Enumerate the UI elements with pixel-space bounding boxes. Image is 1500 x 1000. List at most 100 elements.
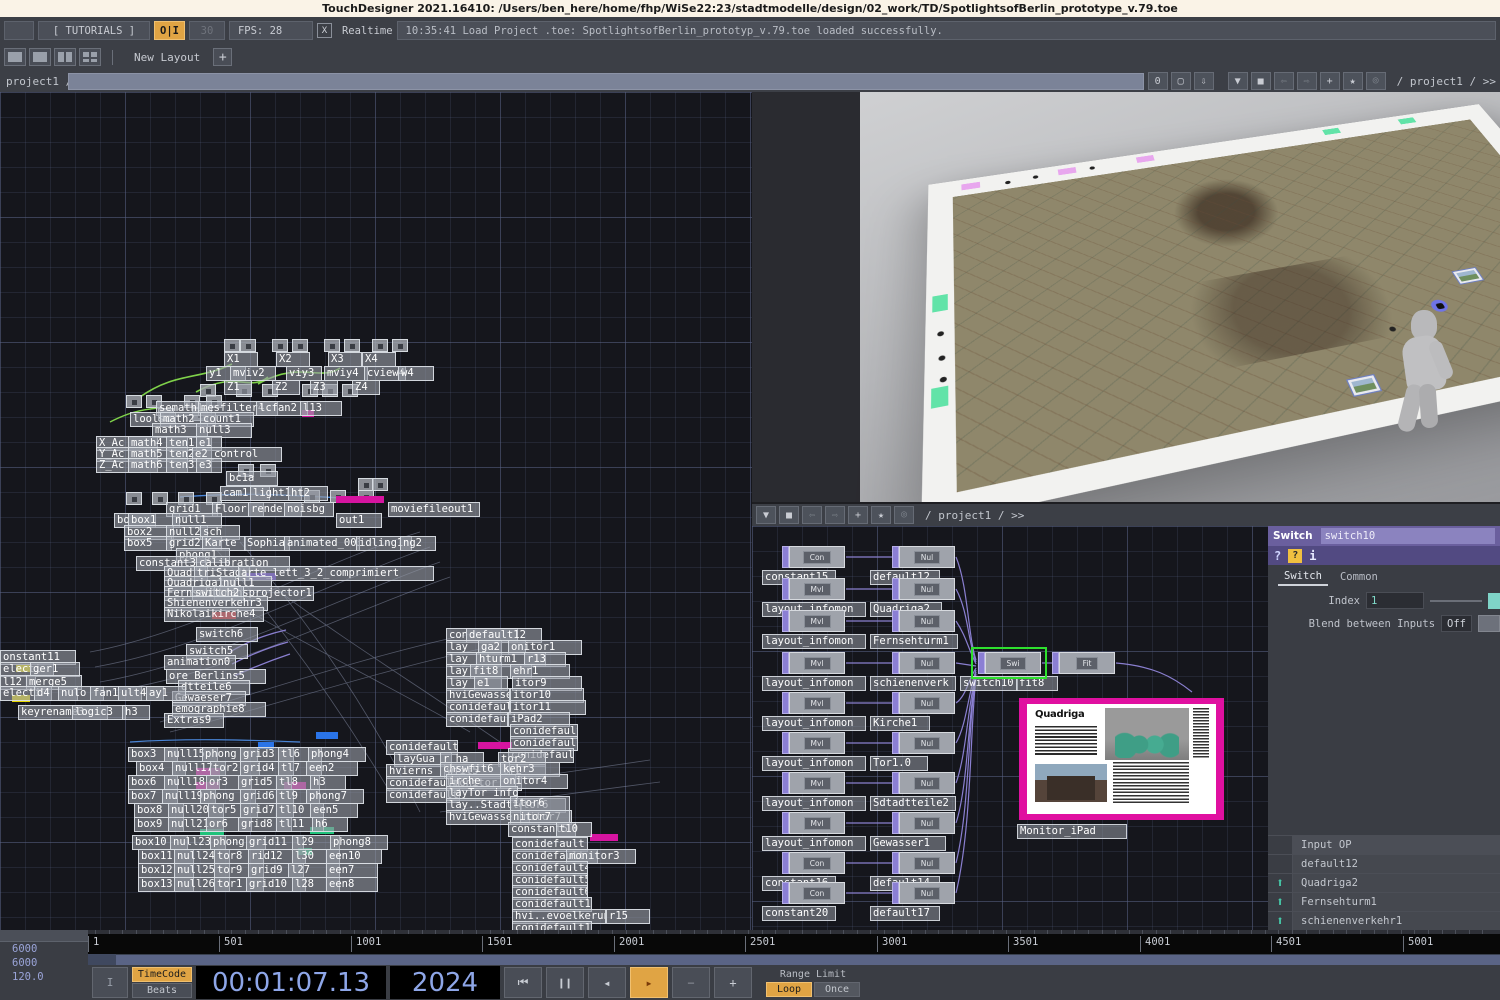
perform-toggle-button[interactable]: O|I	[154, 21, 185, 40]
network-forward-icon[interactable]: ⇨	[1296, 72, 1317, 90]
frame-display[interactable]: 2024	[390, 966, 500, 999]
network-node-small[interactable]	[224, 339, 240, 352]
realtime-checkbox[interactable]: X	[316, 23, 332, 38]
op-node-label[interactable]: layout_infomon	[762, 796, 866, 811]
up-arrow-icon-3[interactable]: ⬆	[1276, 895, 1284, 910]
network-home-icon[interactable]: ⌾	[1365, 72, 1386, 90]
go-to-start-button[interactable]: ⏮	[504, 967, 542, 998]
op-connector[interactable]	[892, 732, 899, 754]
op-node[interactable]: Con	[782, 882, 845, 904]
network-node[interactable]: mviv2	[230, 366, 276, 381]
op-body[interactable]: Nul	[899, 732, 955, 754]
op-node-label[interactable]: Sdtadtteile2	[870, 796, 956, 811]
network-node[interactable]: een2	[306, 761, 358, 776]
op-node[interactable]: Mvl	[782, 772, 845, 794]
layout-preset-2-icon[interactable]	[29, 48, 51, 66]
input-op-name-1[interactable]: default12	[1293, 855, 1500, 873]
viewport-3d-panel[interactable]	[752, 92, 1500, 502]
network-node[interactable]: Nikolaikirche4	[164, 607, 264, 622]
op-body[interactable]: Nul	[899, 812, 955, 834]
input-op-name-2[interactable]: Quadriga2	[1293, 874, 1500, 892]
op-connector[interactable]	[782, 546, 789, 568]
network-node-small[interactable]	[344, 339, 360, 352]
timeline-tempo-value[interactable]: 120.0	[0, 970, 88, 984]
beats-button[interactable]: Beats	[132, 983, 192, 998]
network-node[interactable]: Z2	[272, 380, 300, 395]
op-node[interactable]: Nul	[892, 772, 955, 794]
blend-between-inputs-menu[interactable]: Off	[1441, 615, 1472, 632]
up-arrow-icon-2[interactable]: ⬆	[1276, 876, 1284, 891]
network-node[interactable]: out1	[336, 513, 382, 528]
network-node-flag[interactable]	[316, 732, 338, 739]
op-connector[interactable]	[782, 610, 789, 632]
network-node-small[interactable]	[240, 339, 256, 352]
op-connector[interactable]	[782, 772, 789, 794]
network-node[interactable]: phong8	[330, 835, 388, 850]
network-node[interactable]: h3	[122, 705, 150, 720]
op-body[interactable]: Nul	[899, 772, 955, 794]
time-display[interactable]: 00:01:07.13	[196, 966, 386, 999]
network-node[interactable]: animation0	[164, 655, 236, 670]
network-node[interactable]: box5	[124, 536, 172, 551]
op-node[interactable]: Nul	[892, 692, 955, 714]
network-node[interactable]: X1	[224, 352, 258, 367]
network-node[interactable]: noisbg	[284, 502, 334, 517]
op-connector[interactable]	[892, 692, 899, 714]
network-node[interactable]: Z3	[310, 380, 338, 395]
path-breadcrumb-left[interactable]: project1 / >>	[0, 75, 68, 88]
op-body[interactable]: Nul	[899, 692, 955, 714]
op-body[interactable]: Nul	[899, 610, 955, 632]
tab-switch[interactable]: Switch	[1278, 568, 1328, 586]
op-node-label[interactable]: layout_infomon	[762, 634, 866, 649]
once-button[interactable]: Once	[814, 981, 860, 997]
network-node-small[interactable]	[126, 492, 142, 505]
op-node[interactable]: Mvl	[782, 812, 845, 834]
row-arrow-cell-4[interactable]: ⬆	[1268, 912, 1293, 930]
op-connector[interactable]	[782, 882, 789, 904]
op-node[interactable]: Nul	[892, 732, 955, 754]
op-node-label[interactable]: Gewasser1	[870, 836, 946, 851]
help-icon[interactable]: ?	[1274, 549, 1281, 563]
op-node[interactable]: Con	[782, 852, 845, 874]
op-node[interactable]: Nul	[892, 546, 955, 568]
op-node-label[interactable]: Tor1.0	[870, 756, 928, 771]
timeline-end-value[interactable]: 6000	[0, 956, 88, 970]
network-editor-bottom[interactable]: Con constant15 Nul default12 Mvl layout_infom…	[752, 526, 1268, 930]
layout-preset-4-icon[interactable]	[79, 48, 101, 66]
network-node-small[interactable]	[272, 339, 288, 352]
network-node[interactable]: moviefileout1	[388, 502, 480, 517]
op-node-label[interactable]: Fernsehturm1	[870, 634, 958, 649]
network-stop-icon[interactable]: ■	[1250, 72, 1271, 90]
network-node-flag[interactable]	[478, 742, 512, 749]
increase-button[interactable]: +	[714, 967, 752, 998]
network-node-small[interactable]	[292, 339, 308, 352]
op-node[interactable]: Nul	[892, 852, 955, 874]
timeline-range-bar[interactable]	[88, 954, 1500, 965]
op-connector[interactable]	[892, 610, 899, 632]
network-node[interactable]: phong7	[306, 789, 364, 804]
parameter-panel[interactable]: Switch switch10 ? ? i Switch Common Inde…	[1268, 526, 1500, 930]
network-node[interactable]: viy3	[286, 366, 322, 381]
play-button[interactable]: ▸	[630, 967, 668, 998]
timecode-button[interactable]: TimeCode	[132, 967, 192, 982]
network-node[interactable]: Extras9	[164, 713, 224, 728]
op-connector[interactable]	[1052, 652, 1059, 674]
network-node[interactable]: ng2	[400, 536, 436, 551]
step-back-button[interactable]: ◂	[588, 967, 626, 998]
op-body[interactable]: Con	[789, 546, 845, 568]
index-slider-handle[interactable]	[1488, 592, 1500, 609]
menu-blank-box[interactable]	[4, 21, 34, 40]
network2-stop-icon[interactable]: ■	[779, 506, 799, 524]
network-editor-main[interactable]: X1 X2 X3 X4 y1 mviv2 viy3 mviy4 cview4 w4 Z1 Z2 Z3 Z4…	[0, 92, 752, 930]
input-op-name-4[interactable]: schienenverkehr1	[1293, 912, 1500, 930]
network-node-small[interactable]	[372, 478, 388, 491]
up-arrow-icon-4[interactable]: ⬆	[1276, 914, 1284, 929]
layout-preset-1-icon[interactable]	[4, 48, 26, 66]
op-body[interactable]: Mvl	[789, 772, 845, 794]
op-body[interactable]: Con	[789, 882, 845, 904]
network-node[interactable]: h3	[310, 775, 346, 790]
op-body[interactable]: Fit	[1059, 652, 1115, 674]
op-node-label[interactable]: schienenverk	[870, 676, 956, 691]
op-body[interactable]: Mvl	[789, 812, 845, 834]
network-node[interactable]: X4	[362, 352, 396, 367]
